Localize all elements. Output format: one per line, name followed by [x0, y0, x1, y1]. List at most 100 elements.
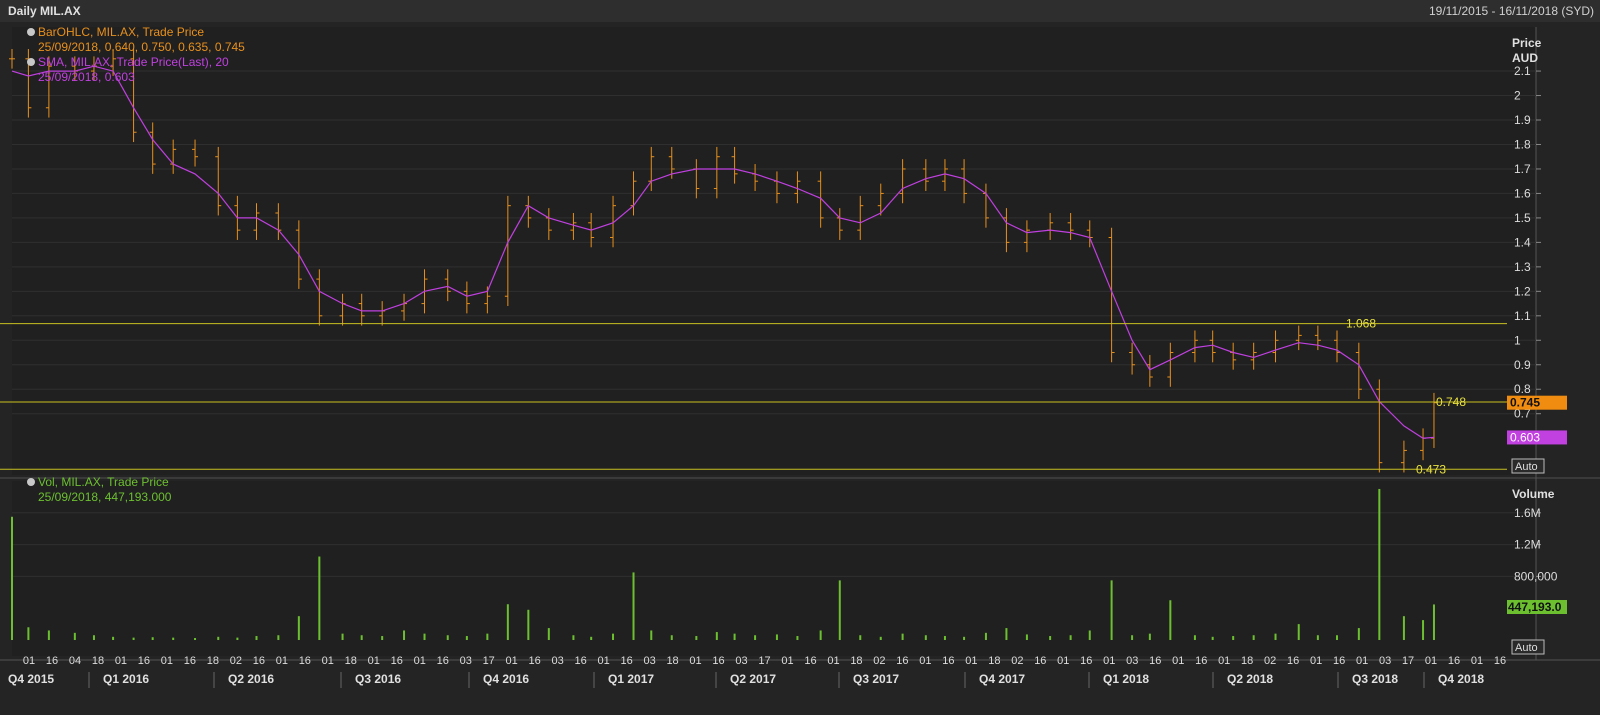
level-label: 1.068: [1346, 317, 1376, 331]
x-quarter-label: Q4 2017: [979, 672, 1025, 686]
legend-toggle-icon[interactable]: [27, 58, 35, 66]
x-day-label: 17: [758, 655, 770, 667]
level-label: 0.748: [1436, 395, 1466, 409]
x-day-label: 16: [1195, 655, 1207, 667]
x-day-label: 16: [620, 655, 632, 667]
price-axis-unit: AUD: [1512, 51, 1538, 65]
x-day-label: 01: [1172, 655, 1184, 667]
x-day-label: 01: [1471, 655, 1483, 667]
x-day-label: 01: [506, 655, 518, 667]
volume-bar: [1148, 633, 1151, 640]
x-day-label: 16: [1448, 655, 1460, 667]
x-day-label: 02: [1011, 655, 1023, 667]
x-quarter-label: Q4 2016: [483, 672, 529, 686]
price-pane[interactable]: [12, 27, 1536, 475]
sma-tag-text: 0.603: [1510, 430, 1540, 444]
volume-bar: [172, 637, 175, 640]
volume-bar: [572, 635, 575, 640]
x-quarter-label: Q2 2018: [1227, 672, 1273, 686]
date-range: 19/11/2015 - 16/11/2018 (SYD): [1429, 4, 1594, 18]
volume-bar: [217, 636, 220, 640]
legend-volume-value: 25/09/2018, 447,193.000: [38, 490, 172, 504]
x-day-label: 16: [1080, 655, 1092, 667]
x-day-label: 03: [1379, 655, 1391, 667]
volume-bar: [1110, 580, 1113, 640]
volume-bar: [1402, 616, 1405, 640]
x-day-label: 02: [230, 655, 242, 667]
volume-bar: [1378, 488, 1381, 640]
volume-tick-label: 1.2M: [1514, 538, 1541, 552]
x-day-label: 01: [368, 655, 380, 667]
volume-bar: [924, 635, 927, 640]
volume-bar: [1005, 628, 1008, 640]
x-day-label: 03: [460, 655, 472, 667]
x-day-label: 01: [965, 655, 977, 667]
chart-window: Daily MIL.AX 19/11/2015 - 16/11/2018 (SY…: [0, 0, 1600, 715]
x-day-label: 01: [827, 655, 839, 667]
x-day-label: 01: [161, 655, 173, 667]
x-day-label: 16: [712, 655, 724, 667]
volume-bar: [775, 634, 778, 640]
volume-bar: [1088, 630, 1091, 640]
legend-toggle-icon[interactable]: [27, 28, 35, 36]
x-day-label: 16: [46, 655, 58, 667]
x-day-label: 04: [69, 655, 81, 667]
x-day-label: 01: [414, 655, 426, 667]
legend-ohlc-value: 25/09/2018, 0.640, 0.750, 0.635, 0.745: [38, 40, 245, 54]
x-quarter-label: Q1 2017: [608, 672, 654, 686]
x-day-label: 01: [1103, 655, 1115, 667]
x-day-label: 16: [575, 655, 587, 667]
volume-bar: [318, 556, 321, 640]
x-day-label: 01: [689, 655, 701, 667]
volume-bar: [963, 636, 966, 640]
x-day-label: 02: [1264, 655, 1276, 667]
x-day-label: 01: [781, 655, 793, 667]
volume-bar: [277, 635, 280, 640]
volume-bar: [527, 609, 530, 640]
x-day-label: 01: [919, 655, 931, 667]
volume-bar: [446, 635, 449, 640]
volume-pane[interactable]: [12, 481, 1536, 656]
price-tick-label: 1.2: [1514, 284, 1531, 298]
volume-bar: [695, 636, 698, 640]
x-day-label: 01: [1057, 655, 1069, 667]
volume-bar: [27, 627, 30, 640]
volume-bar: [132, 637, 135, 640]
x-day-label: 18: [207, 655, 219, 667]
price-tick-label: 1.5: [1514, 211, 1531, 225]
chart-title: Daily MIL.AX: [8, 4, 81, 18]
x-day-label: 16: [942, 655, 954, 667]
volume-bar: [1131, 635, 1134, 640]
legend-ohlc-label: BarOHLC, MIL.AX, Trade Price: [38, 25, 204, 39]
price-tick-label: 1.7: [1514, 162, 1531, 176]
volume-bar: [1069, 635, 1072, 640]
x-day-label: 16: [138, 655, 150, 667]
x-day-label: 16: [1287, 655, 1299, 667]
volume-bar: [1357, 628, 1360, 640]
price-tick-label: 1.8: [1514, 137, 1531, 151]
price-tick-label: 1.1: [1514, 309, 1531, 323]
volume-bar: [1316, 635, 1319, 640]
volume-bar: [465, 636, 468, 640]
volume-bar: [819, 630, 822, 640]
price-tick-label: 0.9: [1514, 358, 1531, 372]
price-tick-label: 1.3: [1514, 260, 1531, 274]
volume-bar: [297, 616, 300, 640]
price-axis-title: Price: [1512, 36, 1542, 50]
x-day-label: 01: [1310, 655, 1322, 667]
legend-sma-label: SMA, MIL.AX, Trade Price(Last), 20: [38, 55, 229, 69]
volume-bar: [47, 630, 50, 640]
volume-bar: [151, 637, 154, 640]
volume-bar: [1049, 636, 1052, 640]
price-tick-label: 1: [1514, 333, 1521, 347]
volume-bar: [632, 572, 635, 640]
last-volume-tag-text: 447,193.0: [1508, 600, 1562, 614]
price-tick-label: 2.1: [1514, 64, 1531, 78]
volume-bar: [901, 633, 904, 640]
volume-bar: [73, 632, 76, 640]
volume-bar: [879, 636, 882, 640]
legend-toggle-icon[interactable]: [27, 478, 35, 486]
volume-bar: [486, 633, 489, 640]
x-quarter-label: Q2 2016: [228, 672, 274, 686]
x-quarter-label: Q1 2016: [103, 672, 149, 686]
